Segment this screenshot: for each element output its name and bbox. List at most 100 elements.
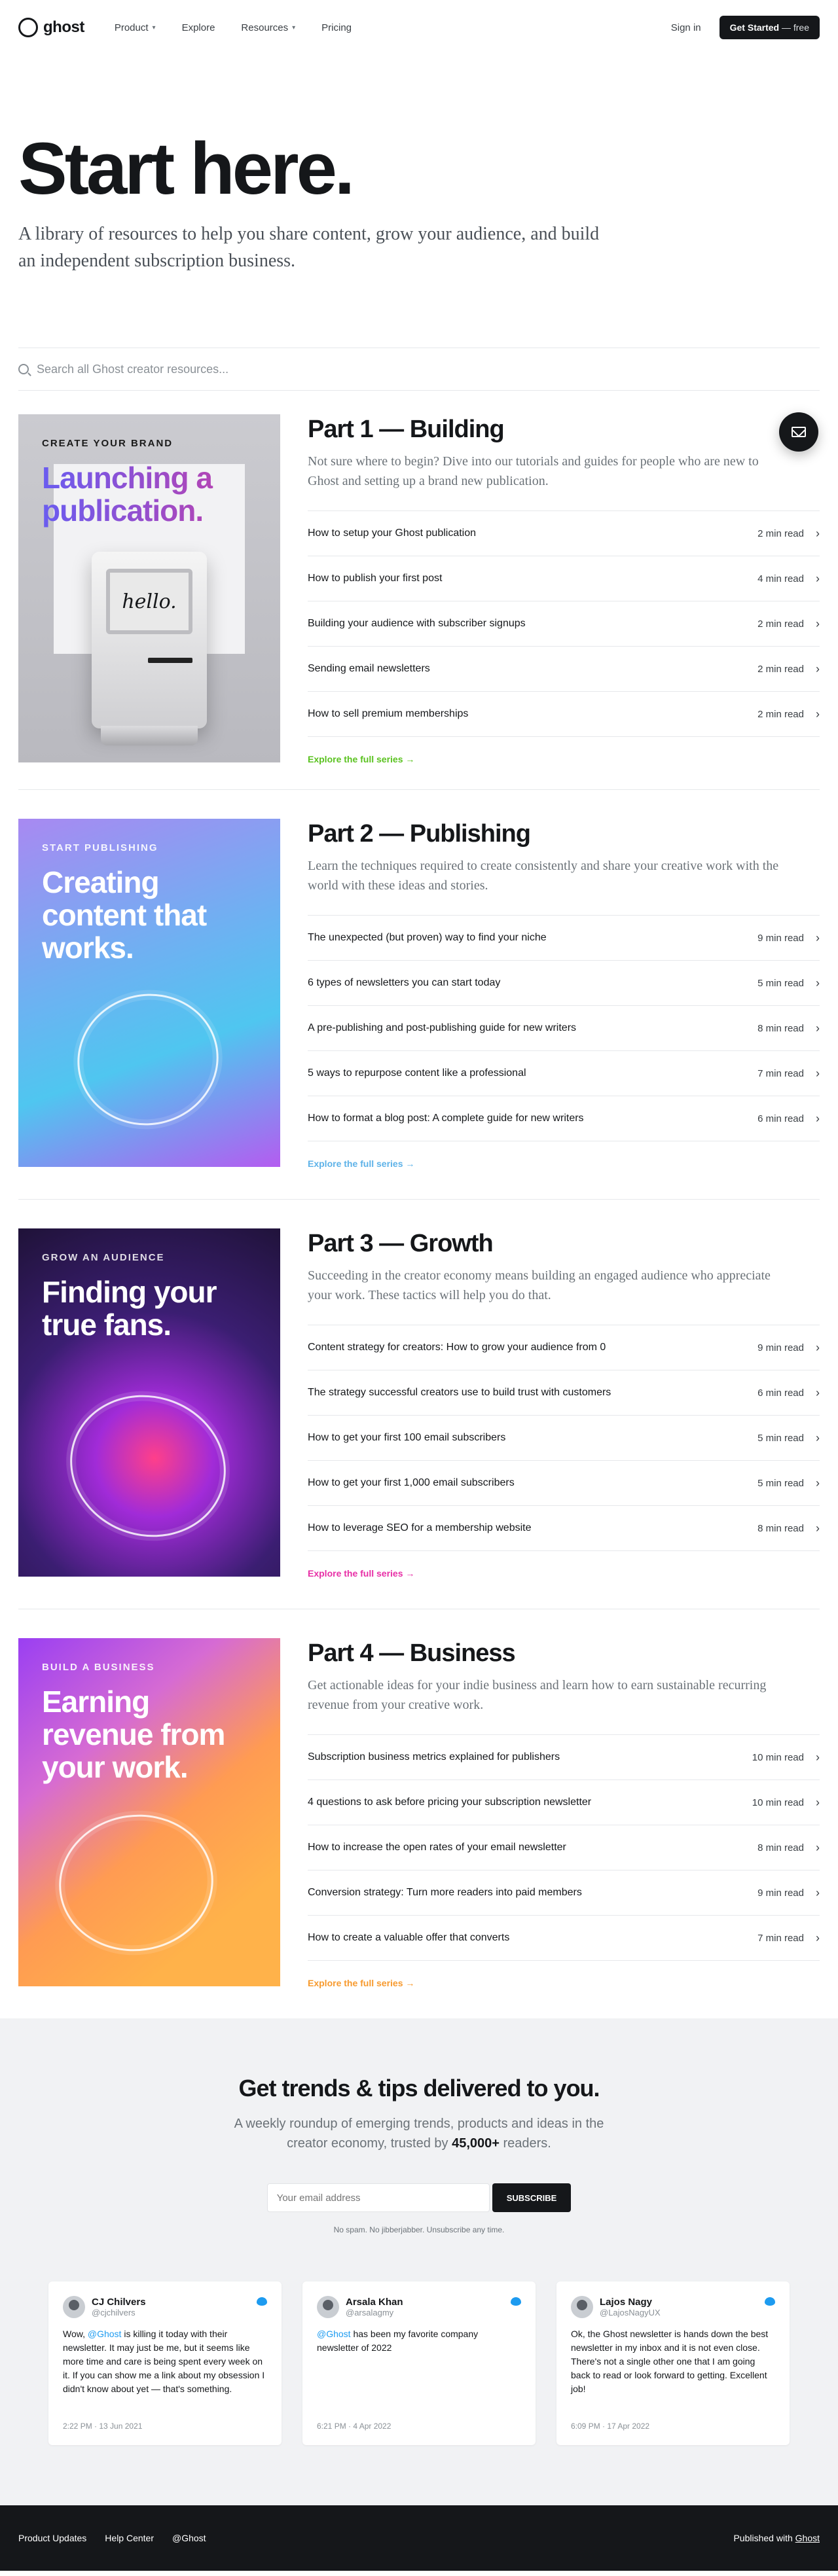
published-prefix: Published with <box>733 2533 795 2544</box>
article-title: Subscription business metrics explained … <box>308 1751 560 1763</box>
article-row[interactable]: How to create a valuable offer that conv… <box>308 1916 820 1961</box>
tweet-card[interactable]: CJ Chilvers @cjchilvers Wow, @Ghost is k… <box>48 2281 282 2446</box>
footer-link-ghost-twitter[interactable]: @Ghost <box>172 2533 206 2543</box>
article-row[interactable]: How to sell premium memberships 2 min rea… <box>308 692 820 738</box>
read-time: 2 min read <box>757 708 804 720</box>
tweet-header: Arsala Khan @arsalagmy <box>317 2296 521 2319</box>
article-meta: 5 min read › <box>757 1431 820 1445</box>
published-with: Published with Ghost <box>733 2533 820 2543</box>
article-row[interactable]: The unexpected (but proven) way to find … <box>308 916 820 961</box>
tweet-author-handle: @LajosNagyUX <box>600 2308 661 2318</box>
article-row[interactable]: How to publish your first post 4 min read… <box>308 556 820 602</box>
series-part-2: Start publishing Creating content that w… <box>18 789 820 1199</box>
newsletter-sub-end: readers. <box>499 2136 551 2151</box>
published-ghost-link[interactable]: Ghost <box>795 2533 820 2543</box>
tweet-author-handle: @arsalagmy <box>346 2308 394 2318</box>
nav-explore[interactable]: Explore <box>182 22 215 33</box>
article-row[interactable]: How to leverage SEO for a membership web… <box>308 1506 820 1552</box>
chevron-right-icon: › <box>816 976 820 990</box>
read-time: 2 min read <box>757 528 804 539</box>
glass-ring-graphic <box>50 1804 223 1961</box>
tweet-date: 6:21 PM · 4 Apr 2022 <box>317 2422 392 2431</box>
article-row[interactable]: A pre-publishing and post-publishing gui… <box>308 1006 820 1052</box>
ghost-logo[interactable]: ghost <box>18 18 84 37</box>
explore-series-link[interactable]: Explore the full series → <box>308 1568 414 1579</box>
part-description: Not sure where to begin? Dive into our t… <box>308 454 759 489</box>
avatar <box>317 2296 339 2319</box>
article-row[interactable]: How to get your first 100 email subscrib… <box>308 1416 820 1461</box>
get-started-button[interactable]: Get Started — free <box>719 16 820 39</box>
subscribe-button[interactable]: SUBSCRIBE <box>492 2183 572 2213</box>
part-description: Get actionable ideas for your indie busi… <box>308 1678 767 1713</box>
nav-resources[interactable]: Resources ▾ <box>241 22 295 33</box>
chevron-right-icon: › <box>816 1431 820 1444</box>
nav-product[interactable]: Product ▾ <box>115 22 156 33</box>
email-field[interactable] <box>266 2183 490 2213</box>
part-4-cover[interactable]: Build a business Earning revenue from yo… <box>18 1638 280 1987</box>
tweet-mention[interactable]: @Ghost <box>317 2329 351 2339</box>
article-title: 6 types of newsletters you can start tod… <box>308 977 501 989</box>
article-title: How to get your first 100 email subscrib… <box>308 1432 506 1444</box>
article-row[interactable]: How to increase the open rates of your e… <box>308 1825 820 1871</box>
chevron-right-icon: › <box>816 1840 820 1854</box>
read-time: 7 min read <box>757 1067 804 1079</box>
chevron-down-icon: ▾ <box>292 24 296 31</box>
newsletter-fine-print: No spam. No jibberjabber. Unsubscribe an… <box>333 2225 505 2235</box>
article-row[interactable]: Subscription business metrics explained … <box>308 1735 820 1781</box>
article-row[interactable]: Conversion strategy: Turn more readers i… <box>308 1870 820 1916</box>
article-title: How to leverage SEO for a membership web… <box>308 1522 532 1534</box>
article-title: Building your audience with subscriber s… <box>308 618 526 630</box>
article-row[interactable]: Sending email newsletters 2 min read › <box>308 647 820 692</box>
nav-pricing[interactable]: Pricing <box>321 22 352 33</box>
chevron-right-icon: › <box>816 1021 820 1035</box>
article-row[interactable]: 5 ways to repurpose content like a profe… <box>308 1051 820 1097</box>
part-3-cover[interactable]: Grow an audience Finding your true fans. <box>18 1228 280 1577</box>
footer-link-help-center[interactable]: Help Center <box>105 2533 154 2543</box>
part-title: Part 2 — Publishing <box>308 820 531 848</box>
tweet-card[interactable]: Arsala Khan @arsalagmy @Ghost has been m… <box>302 2281 536 2446</box>
read-time: 10 min read <box>752 1797 804 1808</box>
twitter-icon <box>511 2297 521 2306</box>
article-title: How to sell premium memberships <box>308 708 469 720</box>
search-icon <box>18 364 29 375</box>
read-time: 10 min read <box>752 1751 804 1763</box>
explore-series-link[interactable]: Explore the full series → <box>308 1978 414 1988</box>
article-row[interactable]: 6 types of newsletters you can start tod… <box>308 961 820 1007</box>
article-meta: 5 min read › <box>757 1476 820 1490</box>
article-meta: 5 min read › <box>757 976 820 990</box>
chevron-right-icon: › <box>816 1476 820 1490</box>
explore-series-link[interactable]: Explore the full series → <box>308 1158 414 1169</box>
sign-in-link[interactable]: Sign in <box>671 22 701 33</box>
article-row[interactable]: How to setup your Ghost publication 2 min… <box>308 511 820 557</box>
avatar <box>571 2296 593 2319</box>
article-title: 4 questions to ask before pricing your s… <box>308 1797 592 1808</box>
article-row[interactable]: Content strategy for creators: How to gr… <box>308 1325 820 1371</box>
cover-headline: Launching a publication. <box>42 461 257 527</box>
article-row[interactable]: The strategy successful creators use to … <box>308 1370 820 1416</box>
article-row[interactable]: 4 questions to ask before pricing your s… <box>308 1780 820 1826</box>
article-title: Conversion strategy: Turn more readers i… <box>308 1887 582 1899</box>
ghost-logo-icon <box>18 18 38 37</box>
tweet-card[interactable]: Lajos Nagy @LajosNagyUX Ok, the Ghost ne… <box>556 2281 790 2446</box>
explore-series-link[interactable]: Explore the full series → <box>308 754 414 764</box>
article-title: How to publish your first post <box>308 573 443 584</box>
chevron-right-icon: › <box>816 707 820 721</box>
article-row[interactable]: How to get your first 1,000 email subscr… <box>308 1461 820 1507</box>
newsletter-subtitle: A weekly roundup of emerging trends, pro… <box>223 2114 615 2153</box>
part-1-cover[interactable]: Create your brand Launching a publicatio… <box>18 414 280 763</box>
hero-subtitle: A library of resources to help you share… <box>18 224 600 271</box>
read-time: 8 min read <box>757 1522 804 1534</box>
article-row[interactable]: How to format a blog post: A complete gu… <box>308 1096 820 1142</box>
part-2-cover[interactable]: Start publishing Creating content that w… <box>18 819 280 1168</box>
tweet-header: CJ Chilvers @cjchilvers <box>63 2296 267 2319</box>
subscribe-floating-button[interactable] <box>779 412 818 452</box>
tweet-mention[interactable]: @Ghost <box>88 2329 122 2339</box>
read-time: 4 min read <box>757 573 804 584</box>
search-bar[interactable]: Search all Ghost creator resources... <box>18 348 820 391</box>
part-1-body: Part 1 — Building Not sure where to begi… <box>308 414 820 766</box>
footer-link-product-updates[interactable]: Product Updates <box>18 2533 86 2543</box>
article-meta: 8 min read › <box>757 1022 820 1035</box>
article-row[interactable]: Building your audience with subscriber s… <box>308 601 820 647</box>
part-3-body: Part 3 — Growth Succeeding in the creato… <box>308 1228 820 1580</box>
read-time: 5 min read <box>757 1432 804 1444</box>
